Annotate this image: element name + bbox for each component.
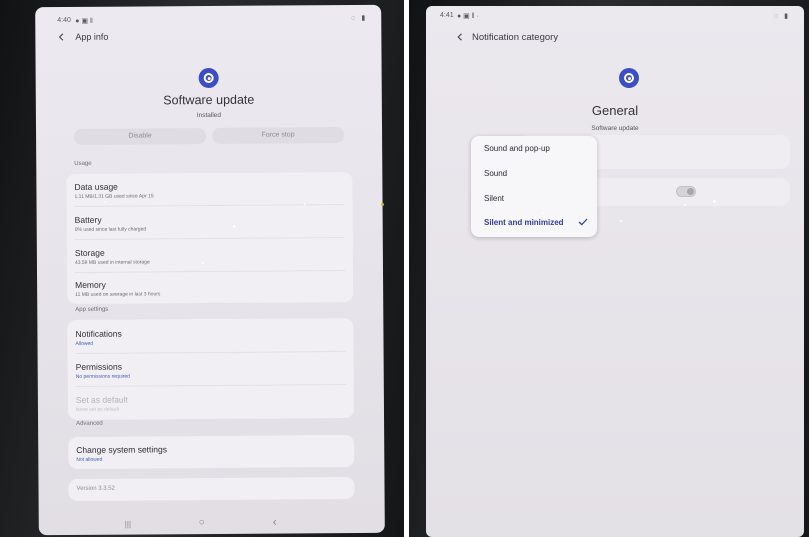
row-title: Battery [74, 214, 102, 225]
app-info-screen: 4:40 ● ▣ ‖ ◌ ▮ App info Software update … [35, 4, 385, 536]
popup-option-silent-and-minimized[interactable]: Silent and minimized [484, 218, 564, 227]
row-title: Notifications [75, 328, 122, 339]
photo-right: 4:41 ● ▣ ‖ · ◌ ▮ Notification category G… [409, 0, 809, 537]
camera-led [381, 203, 384, 206]
force-stop-button[interactable]: Force stop [212, 127, 345, 144]
usage-row-data-usage[interactable]: Data usage 1.11 MB/1.31 GB used since Ap… [66, 172, 352, 206]
row-subtitle: Allowed [75, 340, 94, 347]
status-system-icons: ◌ ▮ [351, 14, 368, 23]
light-glare [201, 262, 204, 265]
back-icon[interactable]: ‹ [273, 515, 277, 529]
category-name: General [591, 103, 639, 118]
status-bar: 4:40 ● ▣ ‖ ◌ ▮ [35, 5, 381, 25]
toggle-switch[interactable] [676, 186, 696, 197]
row-title: Memory [75, 279, 106, 290]
settings-row-notifications[interactable]: Notifications Allowed [67, 318, 353, 352]
light-glare [684, 204, 686, 206]
popup-option-silent[interactable]: Silent [484, 194, 504, 203]
row-title: Data usage [74, 181, 118, 192]
status-notification-icons: ● ▣ ‖ · [457, 13, 479, 20]
section-label-advanced: Advanced [76, 420, 103, 427]
section-label-app-settings: App settings [75, 306, 109, 313]
popup-option-sound-and-popup[interactable]: Sound and pop-up [484, 144, 550, 153]
usage-row-storage[interactable]: Storage 43.59 MB used in internal storag… [67, 238, 353, 272]
notification-category-screen: 4:41 ● ▣ ‖ · ◌ ▮ Notification category G… [426, 6, 804, 537]
row-title: Permissions [75, 361, 123, 372]
status-notification-icons: ● ▣ ‖ [75, 17, 93, 25]
light-glare [542, 212, 544, 214]
light-glare [620, 220, 622, 222]
version-text: Version 3.3.52 [76, 485, 115, 492]
status-bar: 4:41 ● ▣ ‖ · ◌ ▮ [426, 6, 804, 24]
row-title: Change system settings [76, 444, 168, 455]
status-time: 4:41 [440, 12, 454, 19]
page-title: Notification category [472, 32, 559, 43]
chevron-left-icon[interactable] [456, 33, 464, 41]
app-settings-card: Notifications Allowed Permissions No per… [67, 318, 355, 420]
usage-card: Data usage 1.11 MB/1.31 GB used since Ap… [66, 172, 354, 304]
app-bar: Notification category [426, 28, 804, 48]
light-glare [303, 203, 306, 206]
light-glare [104, 200, 107, 203]
app-install-status: Installed [196, 111, 222, 120]
app-bar: App info [35, 27, 381, 49]
advanced-card: Change system settings Not allowed [68, 434, 355, 469]
row-subtitle: Not allowed [76, 456, 103, 463]
settings-row-permissions[interactable]: Permissions No permissions required [68, 352, 354, 386]
checkmark-icon [578, 218, 588, 226]
row-subtitle: 1.11 MB/1.31 GB used since Apr 15 [74, 193, 154, 200]
light-glare [232, 224, 236, 228]
navigation-bar: ||| ○ ‹ [39, 511, 385, 535]
advanced-row-change-system-settings[interactable]: Change system settings Not allowed [68, 435, 354, 469]
recents-icon[interactable]: ||| [125, 520, 131, 529]
row-subtitle: No permissions required [75, 373, 130, 380]
light-glare [713, 200, 716, 203]
status-time: 4:40 [57, 16, 71, 25]
usage-row-memory[interactable]: Memory 11 MB used on average in last 3 h… [67, 271, 353, 304]
disable-button[interactable]: Disable [74, 128, 207, 145]
row-title: Set as default [75, 394, 128, 405]
usage-row-battery[interactable]: Battery 0% used since last fully charged [67, 205, 353, 239]
home-icon[interactable]: ○ [199, 517, 205, 528]
popup-option-sound[interactable]: Sound [484, 169, 507, 178]
row-subtitle: 11 MB used on average in last 3 hours [75, 291, 161, 298]
status-system-icons: ◌ ▮ [774, 13, 790, 20]
row-subtitle: None set as default [75, 406, 120, 413]
category-app-name: Software update [591, 125, 639, 132]
photo-left: 4:40 ● ▣ ‖ ◌ ▮ App info Software update … [0, 0, 404, 537]
row-subtitle: 0% used since last fully charged [74, 226, 147, 233]
software-update-icon [619, 68, 639, 88]
row-title: Storage [74, 247, 105, 258]
software-update-icon [198, 67, 219, 89]
section-label-usage: Usage [74, 160, 92, 167]
page-title: App info [75, 31, 109, 42]
notification-style-popup: Sound and pop-up Sound Silent Silent and… [471, 136, 597, 237]
settings-row-set-as-default[interactable]: Set as default None set as default [68, 385, 354, 419]
chevron-left-icon[interactable] [57, 33, 65, 41]
app-name: Software update [163, 92, 255, 108]
row-subtitle: 43.59 MB used in internal storage [74, 259, 150, 266]
version-card: Version 3.3.52 [68, 476, 355, 501]
